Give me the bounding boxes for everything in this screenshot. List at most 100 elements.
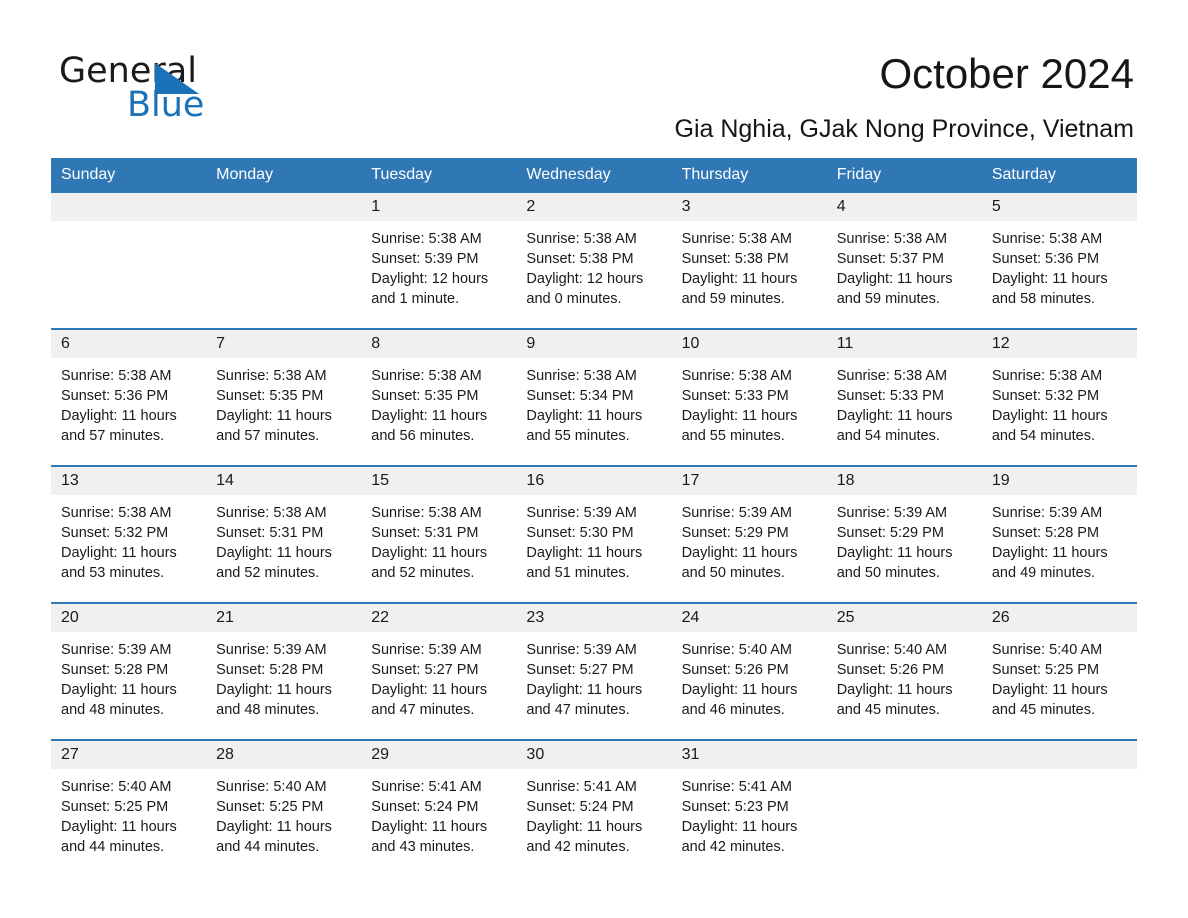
calendar-day-cell[interactable]: 1 Sunrise: 5:38 AM Sunset: 5:39 PM Dayli… — [361, 193, 517, 329]
day-details: Sunrise: 5:38 AM Sunset: 5:34 PM Dayligh… — [516, 358, 671, 446]
daylight-text-line2: and 55 minutes. — [681, 428, 785, 444]
calendar-table: Sunday Monday Tuesday Wednesday Thursday… — [51, 158, 1137, 876]
day-details — [982, 769, 1137, 777]
day-number: 5 — [981, 193, 1137, 221]
day-number: 24 — [671, 604, 827, 632]
daylight-text-line2: and 47 minutes. — [371, 702, 475, 718]
sunrise-text: Sunrise: 5:40 AM — [61, 779, 172, 795]
sunset-text: Sunset: 5:31 PM — [371, 525, 479, 541]
calendar-day-cell[interactable]: 2 Sunrise: 5:38 AM Sunset: 5:38 PM Dayli… — [516, 193, 672, 329]
calendar-day-cell[interactable] — [206, 193, 362, 329]
sunrise-text: Sunrise: 5:40 AM — [836, 642, 948, 658]
sunset-text: Sunset: 5:29 PM — [836, 525, 944, 541]
day-number: 13 — [51, 467, 207, 495]
sunset-text: Sunset: 5:32 PM — [991, 388, 1100, 404]
day-number: 25 — [826, 604, 982, 632]
daylight-text-line2: and 42 minutes. — [526, 839, 630, 855]
daylight-text-line2: and 43 minutes. — [371, 839, 475, 855]
day-details: Sunrise: 5:40 AM Sunset: 5:25 PM Dayligh… — [206, 769, 361, 857]
sunrise-text: Sunrise: 5:40 AM — [991, 642, 1103, 658]
daylight-text-line1: Daylight: 11 hours — [61, 819, 177, 835]
calendar-day-cell[interactable]: 30 Sunrise: 5:41 AM Sunset: 5:24 PM Dayl… — [516, 739, 672, 876]
sunset-text: Sunset: 5:36 PM — [61, 388, 169, 404]
day-details: Sunrise: 5:38 AM Sunset: 5:32 PM Dayligh… — [982, 358, 1137, 446]
day-number: 7 — [206, 330, 362, 358]
sunrise-text: Sunrise: 5:39 AM — [61, 642, 172, 658]
calendar-day-cell[interactable]: 25 Sunrise: 5:40 AM Sunset: 5:26 PM Dayl… — [826, 602, 982, 740]
daylight-text-line2: and 45 minutes. — [836, 702, 940, 718]
daylight-text-line1: Daylight: 11 hours — [681, 682, 798, 698]
calendar-header-row: Sunday Monday Tuesday Wednesday Thursday… — [51, 158, 1137, 193]
calendar-day-cell[interactable]: 29 Sunrise: 5:41 AM Sunset: 5:24 PM Dayl… — [361, 739, 517, 876]
sunrise-text: Sunrise: 5:38 AM — [216, 368, 327, 384]
calendar-day-cell[interactable]: 3 Sunrise: 5:38 AM Sunset: 5:38 PM Dayli… — [671, 193, 827, 329]
day-number — [51, 193, 207, 221]
day-details: Sunrise: 5:41 AM Sunset: 5:23 PM Dayligh… — [672, 769, 827, 857]
day-number: 30 — [516, 741, 672, 769]
calendar-day-cell[interactable]: 17 Sunrise: 5:39 AM Sunset: 5:29 PM Dayl… — [671, 465, 827, 603]
calendar-day-cell[interactable]: 7 Sunrise: 5:38 AM Sunset: 5:35 PM Dayli… — [206, 328, 362, 466]
day-details — [206, 221, 361, 229]
sunrise-text: Sunrise: 5:39 AM — [681, 505, 792, 521]
calendar-day-cell[interactable]: 5 Sunrise: 5:38 AM Sunset: 5:36 PM Dayli… — [981, 193, 1137, 329]
sunset-text: Sunset: 5:26 PM — [681, 662, 789, 678]
day-number: 4 — [826, 193, 982, 221]
day-number: 23 — [516, 604, 672, 632]
daylight-text-line2: and 50 minutes. — [681, 565, 785, 581]
calendar-day-cell[interactable]: 9 Sunrise: 5:38 AM Sunset: 5:34 PM Dayli… — [516, 328, 672, 466]
calendar-day-cell[interactable]: 31 Sunrise: 5:41 AM Sunset: 5:23 PM Dayl… — [671, 739, 827, 876]
calendar-day-cell[interactable]: 6 Sunrise: 5:38 AM Sunset: 5:36 PM Dayli… — [51, 328, 207, 466]
daylight-text-line1: Daylight: 11 hours — [681, 819, 798, 835]
calendar-week-row: 27 Sunrise: 5:40 AM Sunset: 5:25 PM Dayl… — [51, 739, 1137, 876]
calendar-day-cell[interactable]: 24 Sunrise: 5:40 AM Sunset: 5:26 PM Dayl… — [671, 602, 827, 740]
sunrise-text: Sunrise: 5:41 AM — [526, 779, 637, 795]
calendar-day-cell[interactable]: 8 Sunrise: 5:38 AM Sunset: 5:35 PM Dayli… — [361, 328, 517, 466]
calendar-day-cell[interactable]: 26 Sunrise: 5:40 AM Sunset: 5:25 PM Dayl… — [981, 602, 1137, 740]
calendar-day-cell[interactable]: 16 Sunrise: 5:39 AM Sunset: 5:30 PM Dayl… — [516, 465, 672, 603]
calendar-day-cell[interactable]: 27 Sunrise: 5:40 AM Sunset: 5:25 PM Dayl… — [51, 739, 207, 876]
calendar-day-cell[interactable] — [826, 739, 982, 876]
daylight-text-line1: Daylight: 11 hours — [681, 408, 798, 424]
daylight-text-line1: Daylight: 12 hours — [371, 271, 489, 287]
sunrise-text: Sunrise: 5:38 AM — [836, 231, 948, 247]
general-blue-logo[interactable]: General Blue — [59, 52, 319, 124]
sunrise-text: Sunrise: 5:39 AM — [216, 642, 327, 658]
daylight-text-line1: Daylight: 11 hours — [216, 545, 332, 561]
calendar-day-cell[interactable]: 21 Sunrise: 5:39 AM Sunset: 5:28 PM Dayl… — [206, 602, 362, 740]
day-details: Sunrise: 5:38 AM Sunset: 5:35 PM Dayligh… — [361, 358, 516, 446]
calendar-day-cell[interactable]: 19 Sunrise: 5:39 AM Sunset: 5:28 PM Dayl… — [981, 465, 1137, 603]
daylight-text-line2: and 53 minutes. — [61, 565, 165, 581]
sunrise-text: Sunrise: 5:38 AM — [991, 231, 1103, 247]
calendar-day-cell[interactable] — [51, 193, 207, 329]
calendar-day-cell[interactable]: 13 Sunrise: 5:38 AM Sunset: 5:32 PM Dayl… — [51, 465, 207, 603]
day-details: Sunrise: 5:38 AM Sunset: 5:38 PM Dayligh… — [672, 221, 827, 309]
calendar-day-cell[interactable]: 18 Sunrise: 5:39 AM Sunset: 5:29 PM Dayl… — [826, 465, 982, 603]
page-subtitle-location: Gia Nghia, GJak Nong Province, Vietnam — [674, 115, 1135, 143]
daylight-text-line2: and 59 minutes. — [681, 291, 785, 307]
calendar-grid: Sunday Monday Tuesday Wednesday Thursday… — [51, 158, 1137, 876]
weekday-header-sunday: Sunday — [51, 158, 207, 193]
day-details: Sunrise: 5:39 AM Sunset: 5:28 PM Dayligh… — [206, 632, 361, 720]
calendar-day-cell[interactable]: 15 Sunrise: 5:38 AM Sunset: 5:31 PM Dayl… — [361, 465, 517, 603]
day-details: Sunrise: 5:39 AM Sunset: 5:27 PM Dayligh… — [361, 632, 516, 720]
weekday-header-friday: Friday — [826, 158, 982, 193]
calendar-day-cell[interactable] — [981, 739, 1137, 876]
day-details: Sunrise: 5:41 AM Sunset: 5:24 PM Dayligh… — [516, 769, 671, 857]
calendar-day-cell[interactable]: 28 Sunrise: 5:40 AM Sunset: 5:25 PM Dayl… — [206, 739, 362, 876]
calendar-day-cell[interactable]: 4 Sunrise: 5:38 AM Sunset: 5:37 PM Dayli… — [826, 193, 982, 329]
calendar-day-cell[interactable]: 12 Sunrise: 5:38 AM Sunset: 5:32 PM Dayl… — [981, 328, 1137, 466]
weekday-header-tuesday: Tuesday — [361, 158, 517, 193]
calendar-day-cell[interactable]: 14 Sunrise: 5:38 AM Sunset: 5:31 PM Dayl… — [206, 465, 362, 603]
calendar-week-row: 20 Sunrise: 5:39 AM Sunset: 5:28 PM Dayl… — [51, 602, 1137, 740]
calendar-day-cell[interactable]: 20 Sunrise: 5:39 AM Sunset: 5:28 PM Dayl… — [51, 602, 207, 740]
day-details: Sunrise: 5:40 AM Sunset: 5:26 PM Dayligh… — [672, 632, 827, 720]
calendar-day-cell[interactable]: 10 Sunrise: 5:38 AM Sunset: 5:33 PM Dayl… — [671, 328, 827, 466]
day-number: 22 — [361, 604, 517, 632]
calendar-day-cell[interactable]: 22 Sunrise: 5:39 AM Sunset: 5:27 PM Dayl… — [361, 602, 517, 740]
day-details: Sunrise: 5:39 AM Sunset: 5:27 PM Dayligh… — [516, 632, 671, 720]
calendar-week-row: 6 Sunrise: 5:38 AM Sunset: 5:36 PM Dayli… — [51, 328, 1137, 466]
calendar-day-cell[interactable]: 23 Sunrise: 5:39 AM Sunset: 5:27 PM Dayl… — [516, 602, 672, 740]
sunrise-text: Sunrise: 5:41 AM — [371, 779, 482, 795]
daylight-text-line2: and 59 minutes. — [836, 291, 940, 307]
calendar-day-cell[interactable]: 11 Sunrise: 5:38 AM Sunset: 5:33 PM Dayl… — [826, 328, 982, 466]
